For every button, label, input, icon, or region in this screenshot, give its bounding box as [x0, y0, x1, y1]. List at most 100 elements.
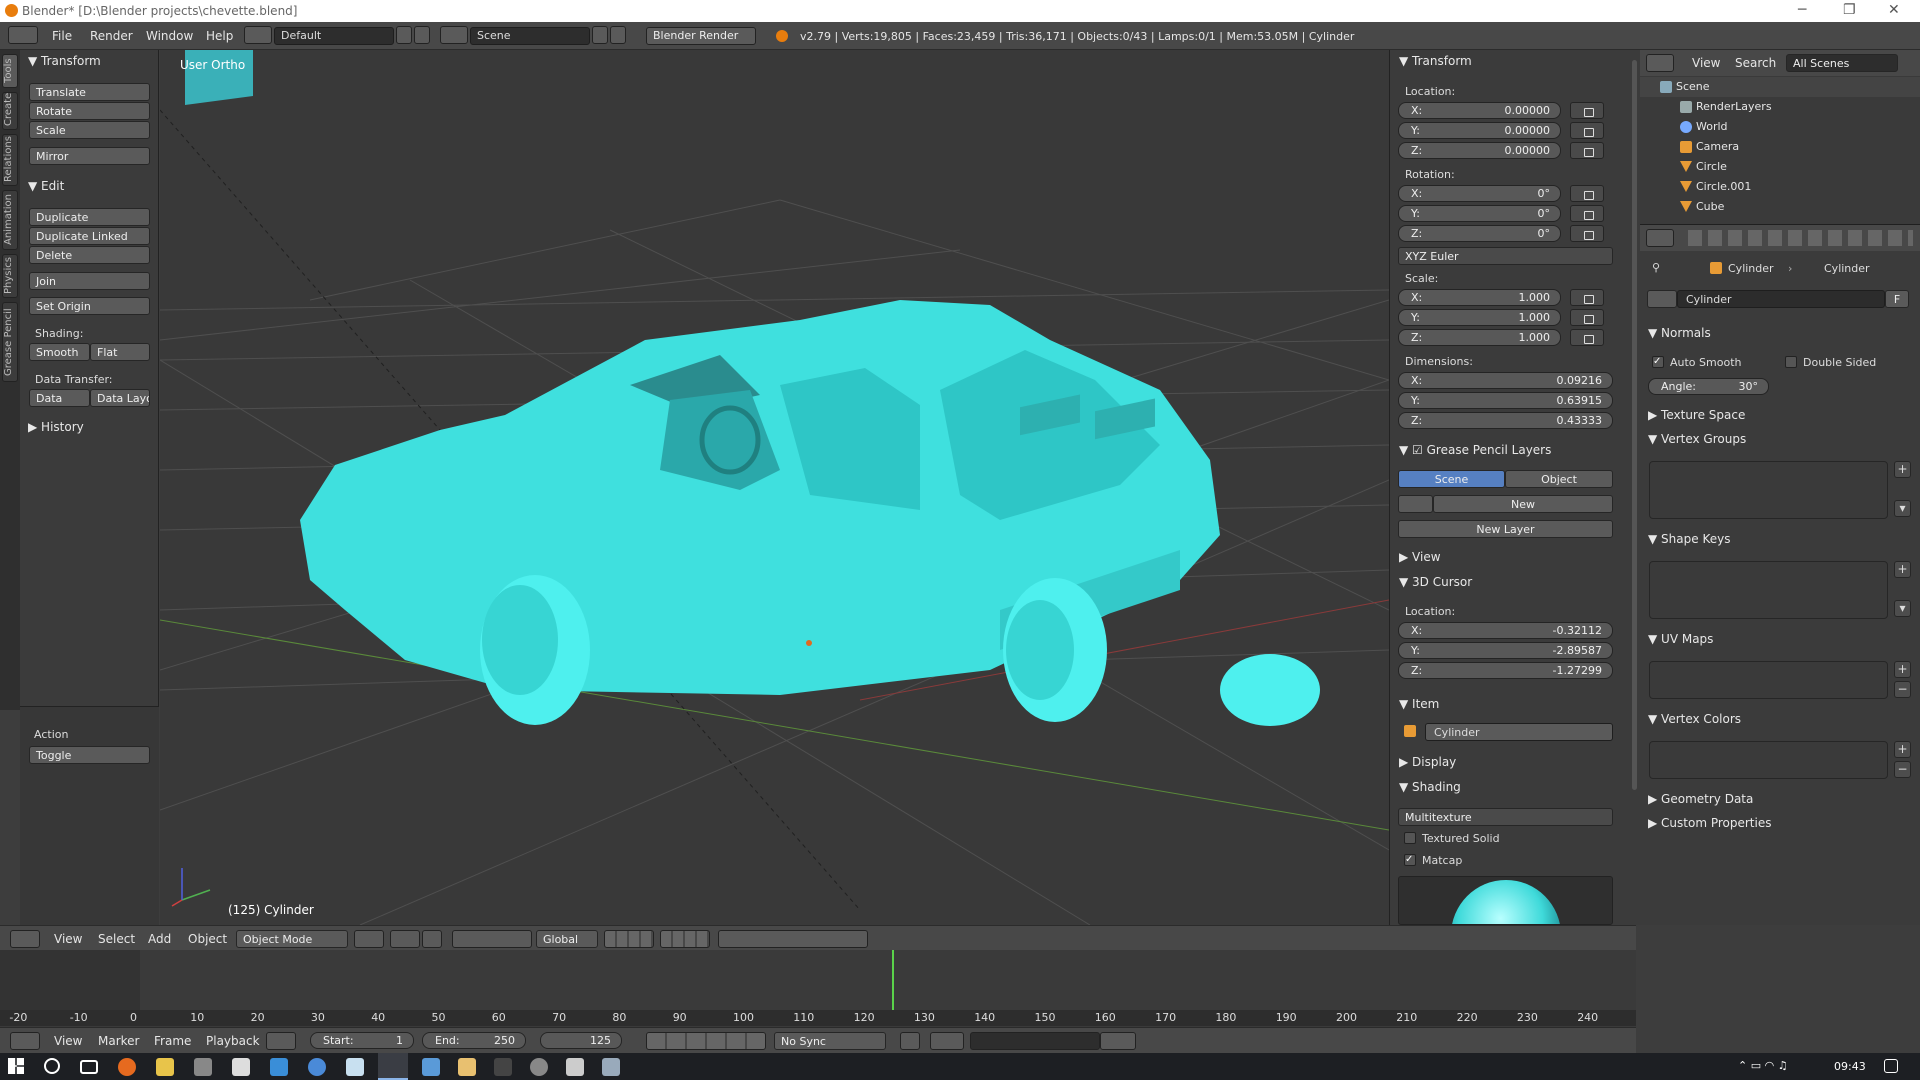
3d-viewport[interactable]: User Ortho (125) Cylinder [160, 50, 1389, 925]
normals-section-header[interactable]: ▼ Normals [1648, 326, 1711, 340]
scale-button[interactable]: Scale [29, 121, 150, 139]
store-icon[interactable] [270, 1058, 288, 1076]
double-sided-checkbox[interactable] [1785, 356, 1797, 368]
tab-animation[interactable]: Animation [2, 190, 18, 250]
interaction-mode-dropdown[interactable]: Object Mode [236, 930, 348, 948]
remove-uv-map-button[interactable]: − [1894, 681, 1911, 698]
remove-vertex-color-button[interactable]: − [1894, 761, 1911, 778]
scale-x-lock-icon[interactable] [1570, 289, 1604, 306]
vertex-group-menu-button[interactable]: ▾ [1894, 500, 1911, 517]
pin-icon[interactable]: ⚲ [1652, 261, 1660, 274]
object-name-field[interactable]: Cylinder [1425, 723, 1613, 741]
location-y-lock-icon[interactable] [1570, 122, 1604, 139]
screen-layout-field[interactable]: Default [274, 27, 394, 45]
custom-properties-section-header[interactable]: ▶ Custom Properties [1648, 816, 1771, 830]
app-icon[interactable] [194, 1058, 212, 1076]
vertex-colors-section-header[interactable]: ▼ Vertex Colors [1648, 712, 1741, 726]
grease-pencil-new-button[interactable]: New [1433, 495, 1613, 513]
location-z-field[interactable]: Z: 0.00000 [1398, 142, 1561, 159]
transform-panel-title[interactable]: ▼ Transform [28, 54, 101, 68]
matcap-preview[interactable] [1398, 876, 1613, 925]
edit-panel-title[interactable]: ▼ Edit [28, 179, 64, 193]
task-view-icon[interactable] [80, 1060, 98, 1074]
auto-smooth-checkbox[interactable]: ✓ [1652, 356, 1664, 368]
add-scene-icon[interactable] [592, 26, 608, 44]
menu-help[interactable]: Help [206, 29, 233, 43]
outliner-row-camera[interactable]: Camera [1640, 137, 1920, 157]
properties-scrollbar[interactable] [1632, 60, 1637, 790]
3d-view-editor-icon[interactable] [10, 930, 40, 948]
scale-y-lock-icon[interactable] [1570, 309, 1604, 326]
start-icon[interactable] [8, 1058, 24, 1074]
menu-add[interactable]: Add [148, 932, 171, 946]
properties-context-tabs[interactable] [1688, 230, 1913, 246]
vertex-colors-list[interactable] [1649, 741, 1888, 779]
vertex-groups-list[interactable] [1649, 461, 1888, 519]
transform-orientation-dropdown[interactable]: Global [536, 930, 598, 948]
header-tool-icons[interactable] [718, 930, 868, 948]
browser-icon[interactable] [308, 1058, 326, 1076]
mesh-datablock-icon[interactable] [1647, 290, 1677, 308]
start-frame-field[interactable]: Start: 1 [310, 1032, 414, 1049]
location-x-lock-icon[interactable] [1570, 102, 1604, 119]
mirror-button[interactable]: Mirror [29, 147, 150, 165]
record-icon[interactable] [900, 1032, 920, 1050]
add-vertex-color-button[interactable]: + [1894, 741, 1911, 758]
cursor-section-header[interactable]: ▼ 3D Cursor [1399, 575, 1472, 589]
rotation-z-field[interactable]: Z: 0° [1398, 225, 1561, 242]
rotation-y-field[interactable]: Y: 0° [1398, 205, 1561, 222]
cursor-z-field[interactable]: Z: -1.27299 [1398, 662, 1613, 679]
add-layout-icon[interactable] [396, 26, 412, 44]
render-engine-dropdown[interactable]: Blender Render [646, 27, 756, 45]
tray-icons[interactable]: ⌃ ▭ ◠ ♫ [1738, 1059, 1788, 1072]
network-app-icon[interactable] [602, 1058, 620, 1076]
view-section-header[interactable]: ▶ View [1399, 550, 1441, 564]
layer-buttons-1[interactable] [604, 930, 654, 948]
textured-solid-checkbox[interactable] [1404, 832, 1416, 844]
timeline-editor-icon[interactable] [10, 1032, 40, 1050]
scene-field[interactable]: Scene [470, 27, 590, 45]
history-panel-title[interactable]: ▶ History [28, 420, 84, 434]
grease-pencil-scene-tab[interactable]: Scene [1398, 470, 1505, 488]
outliner-row-scene[interactable]: Scene [1640, 77, 1920, 97]
firefox-icon[interactable] [118, 1058, 136, 1076]
maximize-button[interactable]: ❐ [1843, 2, 1856, 18]
outliner-row-world[interactable]: World [1640, 117, 1920, 137]
outliner-display-dropdown[interactable]: All Scenes [1786, 54, 1898, 72]
editor-type-info-icon[interactable] [8, 26, 38, 44]
fake-user-button[interactable]: F [1885, 290, 1909, 308]
shape-key-menu-button[interactable]: ▾ [1894, 600, 1911, 617]
location-z-lock-icon[interactable] [1570, 142, 1604, 159]
outliner-row-cube[interactable]: Cube [1640, 197, 1920, 213]
sync-mode-dropdown[interactable]: No Sync [774, 1032, 886, 1050]
tab-tools[interactable]: Tools [2, 54, 18, 88]
outliner-menu-search[interactable]: Search [1735, 56, 1776, 70]
layer-buttons-2[interactable] [660, 930, 710, 948]
playback-controls[interactable] [646, 1032, 766, 1050]
add-vertex-group-button[interactable]: + [1894, 461, 1911, 478]
close-button[interactable]: ✕ [1888, 2, 1900, 18]
notepad-icon[interactable] [346, 1058, 364, 1076]
viewport-shading-icon[interactable] [354, 930, 384, 948]
rotation-x-lock-icon[interactable] [1570, 185, 1604, 202]
location-y-field[interactable]: Y: 0.00000 [1398, 122, 1561, 139]
steam-icon[interactable] [422, 1058, 440, 1076]
search-icon[interactable] [44, 1058, 60, 1074]
scale-y-field[interactable]: Y: 1.000 [1398, 309, 1561, 326]
timeline-menu-playback[interactable]: Playback [206, 1034, 260, 1048]
screen-layout-icon[interactable] [244, 26, 272, 44]
clock[interactable]: 09:43 [1834, 1060, 1866, 1073]
duplicate-linked-button[interactable]: Duplicate Linked [29, 227, 150, 245]
menu-render[interactable]: Render [90, 29, 133, 43]
outliner-row-circle[interactable]: Circle [1640, 157, 1920, 177]
grease-pencil-section-header[interactable]: ▼ ☑ Grease Pencil Layers [1399, 443, 1551, 457]
rotation-y-lock-icon[interactable] [1570, 205, 1604, 222]
tab-relations[interactable]: Relations [2, 134, 18, 186]
notifications-icon[interactable] [1884, 1059, 1898, 1073]
end-frame-field[interactable]: End: 250 [422, 1032, 526, 1049]
transform-section-header[interactable]: ▼ Transform [1399, 54, 1472, 68]
data-transfer-button[interactable]: Data [29, 389, 90, 407]
minimize-button[interactable]: ─ [1798, 2, 1806, 18]
outliner-editor-icon[interactable] [1646, 54, 1674, 72]
data-layout-button[interactable]: Data Layo [90, 389, 150, 407]
